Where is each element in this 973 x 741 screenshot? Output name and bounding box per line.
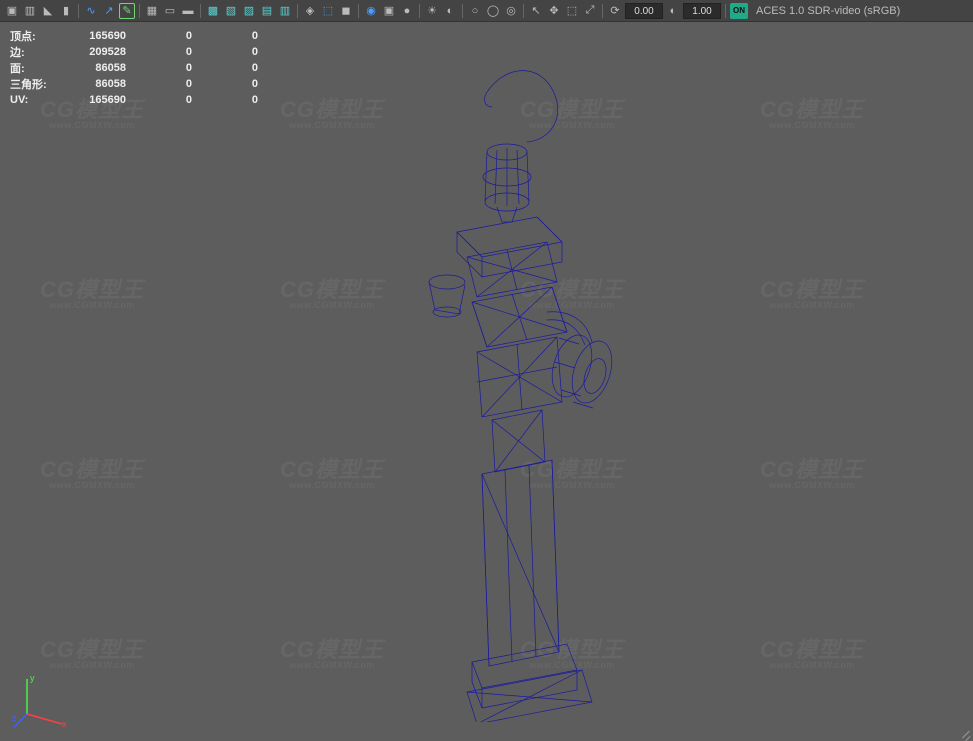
stats-label: 三角形: [10,76,60,92]
stats-value: 0 [126,94,192,106]
globe-icon[interactable]: ◉ [363,3,379,19]
gamma-field[interactable]: 1.00 [683,3,721,19]
stats-row-verts: 顶点: 165690 0 0 [10,28,260,44]
stats-value: 209528 [60,46,126,58]
stats-value: 0 [126,78,192,90]
stats-value: 0 [126,46,192,58]
point-tool-icon[interactable]: ↗ [101,3,117,19]
stats-label: UV: [10,94,60,106]
rect-icon[interactable]: ▭ [162,3,178,19]
shading-2-icon[interactable]: ▧ [223,3,239,19]
film-icon[interactable]: ▥ [22,3,38,19]
stats-value: 0 [126,30,192,42]
gamma-icon[interactable]: ◐ [665,3,681,19]
separator [358,4,359,18]
sphere-tool-icon[interactable]: ◯ [485,3,501,19]
stats-value: 0 [192,46,258,58]
resize-handle-icon[interactable] [957,725,971,739]
circle-tool-icon[interactable]: ○ [467,3,483,19]
separator [200,4,201,18]
stats-label: 边: [10,44,60,60]
axis-x-label: x [62,719,67,729]
stats-value: 0 [192,62,258,74]
camera-icon[interactable]: ▣ [4,3,20,19]
curve-tool-icon[interactable]: ∿ [83,3,99,19]
expand-icon[interactable]: ⤢ [582,3,598,19]
viewport-toolbar: ▣ ▥ ◣ ▮ ∿ ↗ ✎ ▦ ▭ ▬ ▩ ▧ ▨ ▤ ▥ ◈ ⬚ ◼ ◉ ▣ … [0,0,973,22]
shading-4-icon[interactable]: ▤ [259,3,275,19]
sphere-icon[interactable]: ● [399,3,415,19]
stats-label: 顶点: [10,28,60,44]
separator [139,4,140,18]
isolate-icon[interactable]: ◈ [302,3,318,19]
stats-value: 165690 [60,30,126,42]
stats-value: 0 [192,94,258,106]
stats-row-edges: 边: 209528 0 0 [10,44,260,60]
bookmark-icon[interactable]: ◣ [40,3,56,19]
stats-value: 86058 [60,78,126,90]
color-mgmt-toggle[interactable]: ON [730,3,748,19]
separator [297,4,298,18]
color-space-label[interactable]: ACES 1.0 SDR-video (sRGB) [756,5,900,17]
separator [462,4,463,18]
shading-1-icon[interactable]: ▩ [205,3,221,19]
stats-row-faces: 面: 86058 0 0 [10,60,260,76]
grid-icon[interactable]: ▦ [144,3,160,19]
poly-stats-panel: 顶点: 165690 0 0 边: 209528 0 0 面: 86058 0 … [10,28,260,108]
select-arrow-icon[interactable]: ↖ [528,3,544,19]
separator [523,4,524,18]
shading-3-icon[interactable]: ▨ [241,3,257,19]
cube-wire-icon[interactable]: ⬚ [320,3,336,19]
shading-5-icon[interactable]: ▥ [277,3,293,19]
stats-value: 86058 [60,62,126,74]
separator [419,4,420,18]
axis-gizmo[interactable]: y x z [12,669,72,729]
separator [725,4,726,18]
image-plane-icon[interactable]: ▬ [180,3,196,19]
stats-row-uvs: UV: 165690 0 0 [10,92,260,108]
axis-z-label: z [12,713,17,723]
shadow-icon[interactable]: ◐ [442,3,458,19]
xray-icon[interactable]: ◎ [503,3,519,19]
pencil-tool-icon[interactable]: ✎ [119,3,135,19]
exposure-field[interactable]: 0.00 [625,3,663,19]
viewport[interactable]: 顶点: 165690 0 0 边: 209528 0 0 面: 86058 0 … [0,22,973,741]
cube-shaded-icon[interactable]: ▣ [381,3,397,19]
light-icon[interactable]: ☀ [424,3,440,19]
frame-icon[interactable]: ⬚ [564,3,580,19]
stats-label: 面: [10,60,60,76]
stats-row-tris: 三角形: 86058 0 0 [10,76,260,92]
stats-value: 0 [192,78,258,90]
flag-icon[interactable]: ▮ [58,3,74,19]
separator [602,4,603,18]
separator [78,4,79,18]
stats-value: 0 [126,62,192,74]
refresh-icon[interactable]: ⟳ [607,3,623,19]
stats-value: 0 [192,30,258,42]
cube-solid-icon[interactable]: ◼ [338,3,354,19]
stats-value: 165690 [60,94,126,106]
move-icon[interactable]: ✥ [546,3,562,19]
axis-y-label: y [30,673,35,683]
wireframe-model[interactable] [307,42,667,722]
